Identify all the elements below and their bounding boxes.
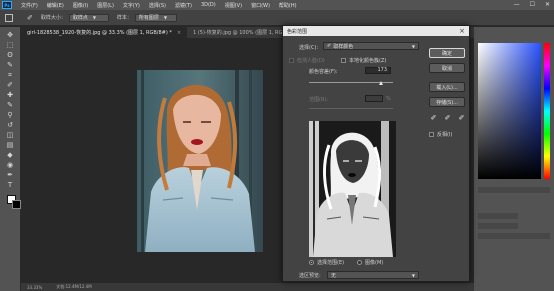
close-icon[interactable]: × <box>177 30 181 36</box>
home-icon[interactable] <box>5 13 13 22</box>
fuzziness-field[interactable]: 173 <box>365 67 391 74</box>
marquee-icon[interactable]: ⬚ <box>6 41 14 49</box>
menu-filter[interactable]: 滤镜(T) <box>175 2 192 9</box>
dialog-title: 色彩范围 <box>287 28 308 35</box>
selection-preview-thumbnail <box>309 121 396 257</box>
save-button[interactable]: 存储(S)... <box>429 97 465 107</box>
menu-layer[interactable]: 图层(L) <box>97 2 114 9</box>
blur-icon[interactable]: ◆ <box>6 151 14 159</box>
chevron-down-icon: ▼ <box>163 15 167 20</box>
range-field[interactable] <box>365 95 383 102</box>
menu-3d[interactable]: 3D(D) <box>201 2 216 8</box>
photoshop-logo: Ps <box>2 1 12 9</box>
menu-window[interactable]: 窗口(W) <box>251 2 270 9</box>
sample-size-select[interactable]: 取样点 ▼ <box>68 13 109 22</box>
tools-panel: ✥ ⬚ ʘ ✎ ⌗ ✐ ✚ ✎ ⚲ ↺ ◫ ▤ ◆ ◉ ✒ T <box>0 27 21 291</box>
eyedropper-icon[interactable]: ✐ <box>429 114 438 123</box>
dialog-title-bar: 色彩范围 × <box>283 26 469 36</box>
right-panels <box>474 27 554 291</box>
range-slider-track[interactable] <box>309 108 393 109</box>
tab-document-1[interactable]: girl-1828538_1920-恢复的.jpg @ 33.3% (图层 1,… <box>21 27 188 38</box>
invert-checkbox[interactable] <box>429 132 434 137</box>
eraser-icon[interactable]: ◫ <box>6 131 14 139</box>
selection-radio[interactable] <box>309 260 314 265</box>
brush-icon[interactable]: ✎ <box>6 101 14 109</box>
selection-preview-label: 选区预览: <box>299 273 321 279</box>
chevron-down-icon: ▼ <box>92 15 96 20</box>
cancel-button[interactable]: 取消 <box>429 63 465 73</box>
range-label: 范围(R): <box>309 97 329 103</box>
portrait-photo <box>137 70 263 252</box>
sample-size-label: 取样大小： <box>40 15 66 21</box>
image-radio-label: 图像(M) <box>365 260 384 266</box>
chevron-down-icon: ▼ <box>411 272 415 278</box>
window-controls: — ☐ ✕ <box>514 1 550 8</box>
pen-icon[interactable]: ✒ <box>6 171 14 179</box>
dodge-icon[interactable]: ◉ <box>6 161 14 169</box>
image-radio[interactable] <box>357 260 362 265</box>
localized-clusters-label: 本地化颜色簇(Z) <box>349 58 387 64</box>
menu-edit[interactable]: 编辑(E) <box>47 2 64 9</box>
chevron-down-icon: ▼ <box>411 43 415 49</box>
detect-faces-checkbox[interactable] <box>289 58 294 63</box>
move-icon[interactable]: ✥ <box>6 31 14 39</box>
menu-file[interactable]: 文件(F) <box>21 2 38 9</box>
localized-clusters-checkbox[interactable] <box>341 58 346 63</box>
type-icon[interactable]: T <box>6 181 14 189</box>
fuzziness-label: 颜色容差(F): <box>309 69 338 75</box>
close-icon[interactable]: × <box>459 27 465 35</box>
load-button[interactable]: 载入(L)... <box>429 82 465 92</box>
menu-bar: Ps 文件(F) 编辑(E) 图像(I) 图层(L) 文字(Y) 选择(S) 滤… <box>0 0 554 10</box>
menu-type[interactable]: 文字(Y) <box>123 2 140 9</box>
sample-select[interactable]: 所有图层 ▼ <box>134 13 177 22</box>
maximize-button[interactable]: ☐ <box>530 1 535 8</box>
zoom-readout[interactable]: 33.33% <box>27 285 42 290</box>
fuzziness-slider-thumb[interactable] <box>379 81 384 85</box>
healing-icon[interactable]: ✚ <box>6 91 14 99</box>
range-unit: % <box>386 96 391 102</box>
options-bar: ✐ 取样大小： 取样点 ▼ 样本： 所有图层 ▼ <box>0 10 554 26</box>
panel-row <box>478 213 518 219</box>
hue-slider[interactable] <box>544 43 550 179</box>
gradient-icon[interactable]: ▤ <box>6 141 14 149</box>
sample-label: 样本： <box>116 15 132 21</box>
minimize-button[interactable]: — <box>514 1 520 8</box>
status-bar: 33.33% 文档:12.4M/12.4M <box>21 283 474 291</box>
menu-help[interactable]: 帮助(H) <box>279 2 297 9</box>
background-color-swatch[interactable] <box>12 200 21 209</box>
panel-row <box>478 233 550 239</box>
invert-label: 反相(I) <box>437 132 453 138</box>
selection-preview-dropdown[interactable]: 无 ▼ <box>327 271 419 279</box>
stamp-icon[interactable]: ⚲ <box>6 111 14 119</box>
select-mode-dropdown[interactable]: ✐ 取样颜色 ▼ <box>323 42 419 50</box>
document-size: 文档:12.4M/12.4M <box>56 284 92 289</box>
color-picker-field[interactable] <box>478 43 541 179</box>
quick-select-icon[interactable]: ✎ <box>6 61 14 69</box>
history-brush-icon[interactable]: ↺ <box>6 121 14 129</box>
menu-select[interactable]: 选择(S) <box>149 2 166 9</box>
ok-button[interactable]: 确定 <box>429 48 465 58</box>
select-label: 选择(C): <box>299 45 319 51</box>
eyedropper-icon[interactable]: ✐ <box>6 81 14 89</box>
eyedropper-plus-icon[interactable]: ✐ <box>443 114 452 123</box>
menu-view[interactable]: 视图(V) <box>225 2 242 9</box>
panel-row <box>478 187 550 193</box>
panel-row <box>478 223 518 229</box>
menu-image[interactable]: 图像(I) <box>73 2 88 9</box>
lasso-icon[interactable]: ʘ <box>6 51 14 59</box>
eyedropper-icon: ✐ <box>327 43 332 49</box>
color-range-dialog: 色彩范围 × 选择(C): ✐ 取样颜色 ▼ 检测人脸(D) 本地化颜色簇(Z)… <box>282 25 470 282</box>
selection-radio-label: 选择范围(E) <box>317 260 345 266</box>
eyedropper-icon[interactable]: ✐ <box>27 14 33 22</box>
crop-icon[interactable]: ⌗ <box>6 71 14 79</box>
detect-faces-label: 检测人脸(D) <box>297 58 325 64</box>
eyedropper-minus-icon[interactable]: ✐ <box>457 114 466 123</box>
close-window-button[interactable]: ✕ <box>545 1 550 8</box>
